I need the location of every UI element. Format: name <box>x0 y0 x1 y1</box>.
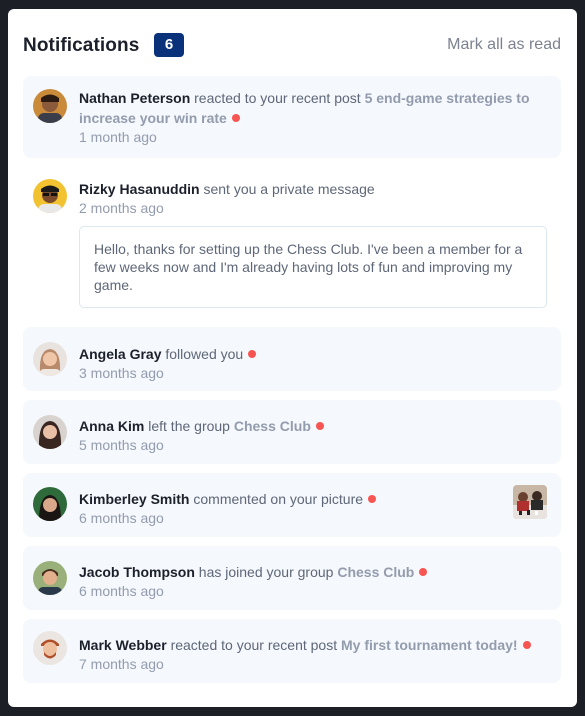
notification-item[interactable]: Anna Kim left the group Chess Club 5 mon… <box>23 400 561 464</box>
header: Notifications 6 Mark all as read <box>23 33 561 59</box>
unread-dot <box>419 568 428 576</box>
group-link[interactable]: Chess Club <box>234 418 311 434</box>
private-message-preview[interactable]: Hello, thanks for setting up the Chess C… <box>79 226 547 308</box>
user-name-link[interactable]: Mark Webber <box>79 637 167 653</box>
unread-count-badge: 6 <box>154 33 184 57</box>
picture-thumbnail[interactable] <box>513 485 547 519</box>
timestamp: 3 months ago <box>79 365 164 381</box>
notification-item[interactable]: Mark Webber reacted to your recent post … <box>23 619 561 683</box>
notification-text: Kimberley Smith commented on your pictur… <box>79 489 545 509</box>
group-link[interactable]: Chess Club <box>337 564 414 580</box>
unread-dot <box>315 422 324 430</box>
notification-text: Anna Kim left the group Chess Club <box>79 416 545 436</box>
mark-all-read-button[interactable]: Mark all as read <box>447 36 561 54</box>
user-name-link[interactable]: Anna Kim <box>79 418 144 434</box>
notification-text: Nathan Peterson reacted to your recent p… <box>79 88 545 128</box>
timestamp: 6 months ago <box>79 583 164 599</box>
timestamp: 7 months ago <box>79 656 164 672</box>
user-name-link[interactable]: Nathan Peterson <box>79 90 190 106</box>
post-link[interactable]: My first tournament today! <box>341 637 518 653</box>
avatar[interactable] <box>33 487 67 521</box>
unread-dot <box>231 114 240 122</box>
notification-text: Mark Webber reacted to your recent post … <box>79 635 545 655</box>
user-name-link[interactable]: Angela Gray <box>79 346 161 362</box>
user-name-link[interactable]: Kimberley Smith <box>79 491 189 507</box>
unread-dot <box>368 495 377 503</box>
notification-item[interactable]: Rizky Hasanuddin sent you a private mess… <box>23 169 561 319</box>
notification-text: Jacob Thompson has joined your group Che… <box>79 562 545 582</box>
notification-item[interactable]: Nathan Peterson reacted to your recent p… <box>23 76 561 158</box>
unread-dot <box>522 641 531 649</box>
notifications-card: Notifications 6 Mark all as read Nathan … <box>8 9 577 707</box>
timestamp: 2 months ago <box>79 200 164 216</box>
notification-item[interactable]: Angela Gray followed you 3 months ago <box>23 327 561 391</box>
action-text: sent you a private message <box>203 181 375 197</box>
action-text: has joined your group <box>198 564 334 580</box>
avatar[interactable] <box>33 342 67 376</box>
avatar[interactable] <box>33 631 67 665</box>
notification-item[interactable]: Jacob Thompson has joined your group Che… <box>23 546 561 610</box>
avatar[interactable] <box>33 561 67 595</box>
avatar[interactable] <box>33 89 67 123</box>
notification-text: Angela Gray followed you <box>79 344 545 364</box>
action-text: reacted to your recent post <box>194 90 361 106</box>
user-name-link[interactable]: Rizky Hasanuddin <box>79 181 200 197</box>
timestamp: 5 months ago <box>79 437 164 453</box>
action-text: commented on your picture <box>193 491 364 507</box>
avatar[interactable] <box>33 415 67 449</box>
page-title: Notifications <box>23 35 140 56</box>
timestamp: 6 months ago <box>79 510 164 526</box>
avatar[interactable] <box>33 179 67 213</box>
notification-item[interactable]: Kimberley Smith commented on your pictur… <box>23 473 561 537</box>
timestamp: 1 month ago <box>79 129 157 145</box>
unread-dot <box>248 350 257 358</box>
notification-text: Rizky Hasanuddin sent you a private mess… <box>79 179 545 199</box>
action-text: followed you <box>165 346 244 362</box>
action-text: reacted to your recent post <box>170 637 338 653</box>
action-text: left the group <box>148 418 230 434</box>
user-name-link[interactable]: Jacob Thompson <box>79 564 195 580</box>
